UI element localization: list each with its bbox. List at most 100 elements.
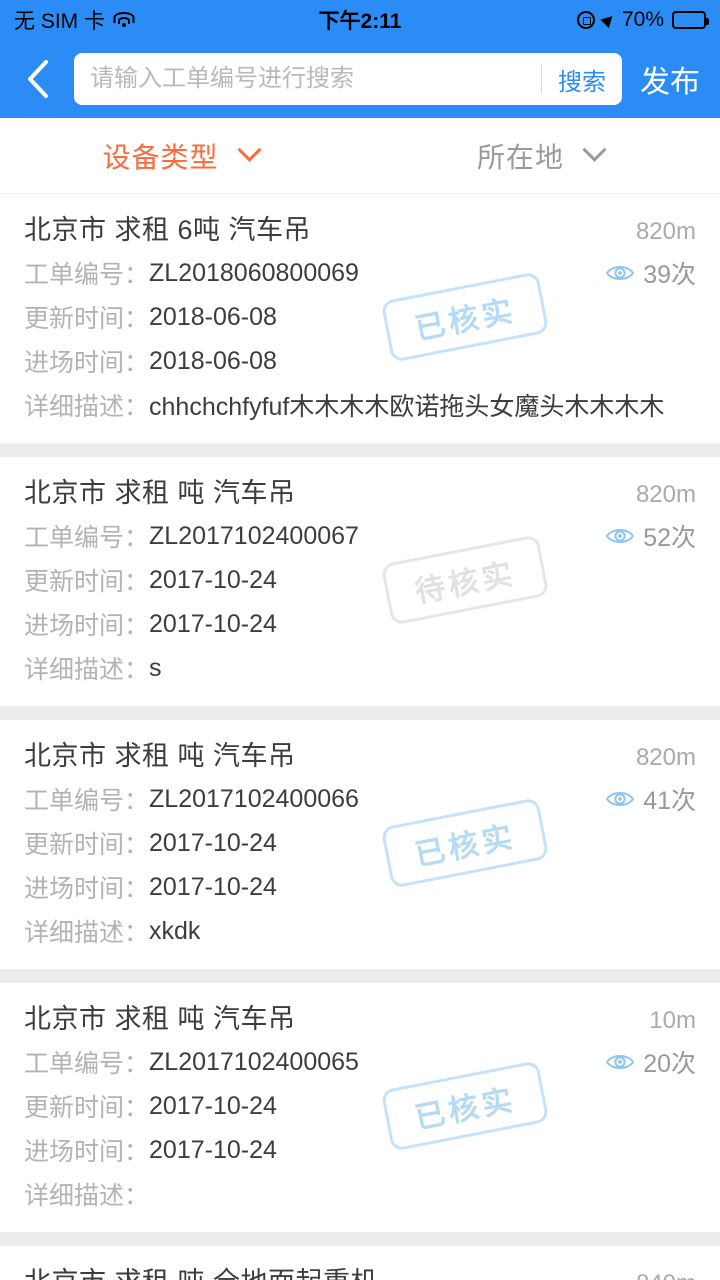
eye-icon: [606, 792, 635, 806]
update-time-value: 2017-10-24: [149, 1091, 277, 1120]
work-order-card[interactable]: 已核实 北京市 求租 6吨 汽车吊 820m 工单编号： ZL201806080…: [0, 194, 720, 443]
card-view-count: 52次: [606, 518, 696, 554]
card-distance: 840m: [636, 1270, 696, 1280]
order-no-value: ZL2017102400066: [149, 784, 359, 813]
location-arrow-icon: [600, 11, 617, 29]
card-distance: 820m: [635, 481, 696, 508]
update-time-label: 更新时间：: [24, 305, 150, 333]
card-enter-row: 进场时间： 2017-10-24: [24, 602, 696, 646]
back-button[interactable]: [4, 44, 72, 114]
battery-percent-label: 70%: [621, 8, 664, 31]
order-no-label: 工单编号：: [24, 1050, 150, 1078]
card-view-count: 41次: [606, 781, 696, 817]
card-distance: 10m: [649, 1007, 696, 1034]
update-time-label: 更新时间：: [24, 568, 150, 596]
card-update-row: 更新时间： 2017-10-24: [24, 821, 696, 865]
card-description-row: 详细描述： xkdk: [24, 909, 696, 953]
status-bar: 无 SIM 卡 下午2:11 70%: [0, 0, 720, 40]
enter-time-value: 2017-10-24: [149, 609, 277, 638]
view-count-value: 20次: [643, 1050, 696, 1078]
filter-device-type-label: 设备类型: [102, 141, 219, 173]
card-title: 北京市 求租 6吨 汽车吊: [24, 215, 312, 245]
eye-icon: [606, 529, 635, 543]
chevron-down-icon: [582, 137, 607, 162]
update-time-label: 更新时间：: [24, 1094, 150, 1122]
update-time-label: 更新时间：: [24, 831, 150, 859]
filter-location-label: 所在地: [476, 141, 564, 173]
battery-icon: [672, 11, 709, 29]
order-no-label: 工单编号：: [24, 524, 150, 552]
card-title: 北京市 求租 吨 汽车吊: [24, 1004, 296, 1034]
description-label: 详细描述：: [24, 1182, 150, 1210]
order-no-label: 工单编号：: [24, 261, 150, 289]
navigation-bar: 搜索 发布: [0, 40, 720, 118]
filter-bar: 设备类型 所在地: [0, 118, 720, 194]
view-count-value: 39次: [643, 261, 696, 289]
enter-time-label: 进场时间：: [24, 349, 150, 377]
status-bar-right: 70%: [576, 8, 709, 32]
status-bar-left: 无 SIM 卡: [14, 5, 135, 35]
enter-time-label: 进场时间：: [24, 1138, 150, 1166]
update-time-value: 2017-10-24: [149, 828, 277, 857]
card-order-row: 工单编号： ZL2017102400065 20次: [24, 1040, 696, 1084]
chevron-down-icon: [236, 137, 262, 162]
description-value: chhchchfyfuf木木木木欧诺拖头女魔头木木木木: [149, 393, 665, 421]
description-label: 详细描述：: [24, 919, 150, 947]
description-value: xkdk: [149, 916, 201, 945]
enter-time-label: 进场时间：: [24, 875, 150, 903]
app-root: 无 SIM 卡 下午2:11 70% 搜索 发布 设备类型: [0, 0, 720, 1280]
order-no-value: ZL2017102400065: [149, 1047, 359, 1076]
card-distance: 820m: [635, 744, 696, 771]
card-distance: 820m: [635, 218, 696, 245]
card-update-row: 更新时间： 2017-10-24: [24, 1084, 696, 1128]
rotation-lock-icon: [576, 11, 595, 29]
enter-time-label: 进场时间：: [24, 612, 150, 640]
view-count-value: 52次: [643, 524, 696, 552]
card-enter-row: 进场时间： 2018-06-08: [24, 339, 696, 383]
card-title: 北京市 求租 吨 全地面起重机: [24, 1260, 378, 1280]
card-order-row: 工单编号： ZL2017102400066 41次: [24, 777, 696, 821]
card-title-row: 北京市 求租 吨 汽车吊 10m: [24, 997, 696, 1036]
eye-icon: [606, 1055, 635, 1069]
order-no-value: ZL2018060800069: [149, 258, 359, 287]
eye-icon: [606, 266, 635, 280]
enter-time-value: 2017-10-24: [149, 1135, 277, 1164]
work-order-card[interactable]: 待核实 北京市 求租 吨 汽车吊 820m 工单编号： ZL2017102400…: [0, 457, 720, 706]
description-label: 详细描述：: [24, 656, 150, 684]
view-count-value: 41次: [643, 787, 696, 815]
card-title: 北京市 求租 吨 汽车吊: [24, 741, 296, 771]
filter-device-type[interactable]: 设备类型: [0, 118, 360, 193]
search-bar[interactable]: 搜索: [74, 53, 622, 105]
order-no-value: ZL2017102400067: [149, 521, 359, 550]
card-description-row: 详细描述： s: [24, 646, 696, 690]
work-order-card[interactable]: 北京市 求租 吨 全地面起重机 840m: [0, 1246, 720, 1280]
carrier-label: 无 SIM 卡: [14, 10, 106, 33]
work-order-card[interactable]: 已核实 北京市 求租 吨 汽车吊 820m 工单编号： ZL2017102400…: [0, 720, 720, 969]
card-title-row: 北京市 求租 吨 汽车吊 820m: [24, 471, 696, 510]
enter-time-value: 2017-10-24: [149, 872, 277, 901]
work-order-list[interactable]: 已核实 北京市 求租 6吨 汽车吊 820m 工单编号： ZL201806080…: [0, 194, 720, 1280]
card-enter-row: 进场时间： 2017-10-24: [24, 865, 696, 909]
description-label: 详细描述：: [24, 393, 150, 421]
card-order-row: 工单编号： ZL2018060800069 39次: [24, 251, 696, 295]
publish-button[interactable]: 发布: [636, 57, 708, 101]
update-time-value: 2018-06-08: [149, 302, 277, 331]
card-title-row: 北京市 求租 吨 汽车吊 820m: [24, 734, 696, 773]
search-button[interactable]: 搜索: [542, 62, 622, 97]
work-order-card[interactable]: 已核实 北京市 求租 吨 汽车吊 10m 工单编号： ZL20171024000…: [0, 983, 720, 1232]
card-title-row: 北京市 求租 6吨 汽车吊 820m: [24, 208, 696, 247]
description-value: s: [149, 653, 162, 682]
card-view-count: 39次: [606, 255, 696, 291]
wifi-icon: [113, 11, 135, 29]
filter-location[interactable]: 所在地: [360, 118, 720, 193]
card-title: 北京市 求租 吨 汽车吊: [24, 478, 296, 508]
card-description-row: 详细描述： chhchchfyfuf木木木木欧诺拖头女魔头木木木木: [24, 383, 696, 427]
card-update-row: 更新时间： 2017-10-24: [24, 558, 696, 602]
card-order-row: 工单编号： ZL2017102400067 52次: [24, 514, 696, 558]
card-enter-row: 进场时间： 2017-10-24: [24, 1128, 696, 1172]
enter-time-value: 2018-06-08: [149, 346, 277, 375]
order-no-label: 工单编号：: [24, 787, 150, 815]
back-chevron-icon: [28, 60, 48, 98]
update-time-value: 2017-10-24: [149, 565, 277, 594]
search-input[interactable]: [74, 53, 541, 105]
